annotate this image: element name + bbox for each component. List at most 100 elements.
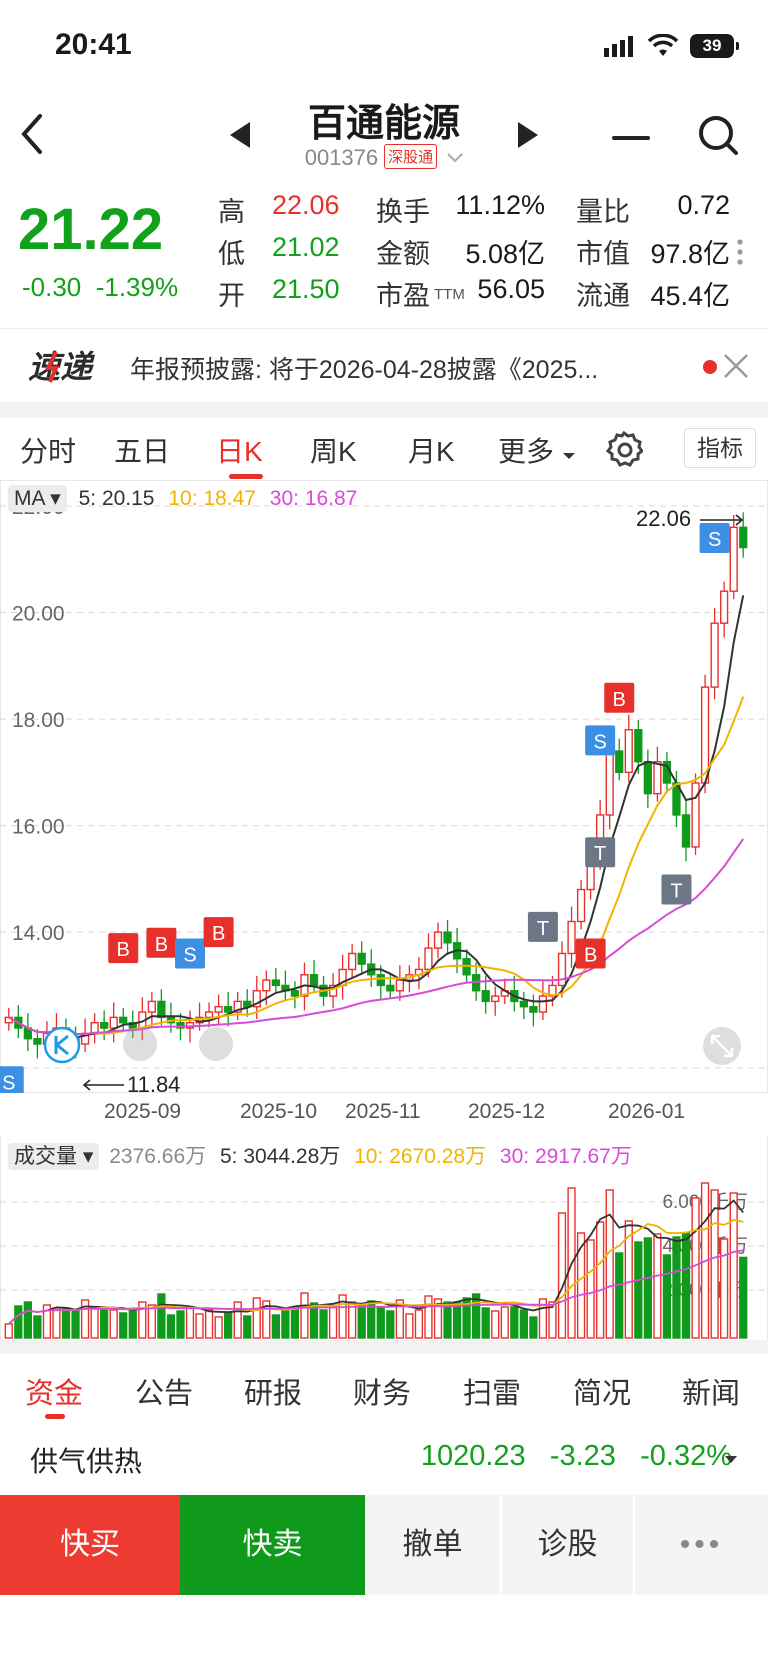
- tab-saolei[interactable]: 扫雷: [463, 1370, 521, 1412]
- volume-bar-down: [224, 1312, 233, 1339]
- min-price-label: 11.84: [127, 1072, 180, 1093]
- section-divider: [0, 402, 768, 418]
- candle-up: [729, 526, 738, 592]
- sector-change: -3.23: [549, 1440, 616, 1472]
- news-logo-text: 速递: [28, 349, 95, 385]
- volume-bar-down: [643, 1237, 652, 1339]
- tab-dayk[interactable]: 日K: [216, 430, 263, 470]
- tab-xinwen[interactable]: 新闻: [682, 1370, 740, 1412]
- candle-up: [204, 1011, 214, 1019]
- ma-selector-label: MA: [14, 487, 45, 510]
- candle-up: [576, 888, 586, 923]
- volume-bar-up: [653, 1233, 662, 1339]
- x-tick-2026-01: 2026-01: [608, 1100, 686, 1123]
- minimize-icon[interactable]: [612, 130, 652, 148]
- volume-bar-down: [634, 1241, 643, 1339]
- tab-caiwu[interactable]: 财务: [353, 1370, 411, 1412]
- candle-down: [681, 814, 691, 848]
- sector-caret-icon[interactable]: [724, 1452, 738, 1470]
- kline-chart[interactable]: 22.0020.0018.0016.0014.0022.0611.84SBBSB…: [0, 480, 768, 1093]
- signal-icon: [604, 36, 638, 63]
- candle-down: [615, 750, 624, 774]
- volume-bar-up: [328, 1305, 338, 1339]
- volume-bar-down: [176, 1310, 185, 1339]
- news-text[interactable]: 年报预披露: 将于2026-04-28披露《2025...: [130, 350, 670, 386]
- trade-marker-label: S: [2, 1072, 15, 1093]
- settings-icon[interactable]: [605, 430, 645, 473]
- diagnose-button[interactable]: 诊股: [502, 1495, 634, 1595]
- x-tick-2025-12: 2025-12: [468, 1100, 546, 1123]
- candle-up: [424, 947, 433, 971]
- battery-icon: 39: [690, 34, 739, 58]
- tab-weekk[interactable]: 周K: [310, 430, 357, 470]
- quick-buy-button[interactable]: 快买: [0, 1495, 180, 1595]
- candle-up: [567, 920, 576, 955]
- ma5-legend: 5: 20.15: [78, 487, 155, 510]
- tab-gonggao[interactable]: 公告: [135, 1370, 193, 1412]
- tab-wuri[interactable]: 五日: [114, 430, 170, 470]
- volume-bar-up: [252, 1297, 261, 1339]
- volume-chart[interactable]: 6.000千万4.000千万2.000千万: [0, 1170, 768, 1340]
- x-tick-2025-11: 2025-11: [345, 1100, 421, 1123]
- candle-up: [147, 1000, 156, 1013]
- y-tick-label: 18.00: [12, 709, 65, 732]
- trade-marker-label: T: [670, 881, 682, 903]
- tab-zijin[interactable]: 资金: [25, 1370, 83, 1412]
- candle-down: [100, 1022, 109, 1029]
- tab-more[interactable]: 更多: [498, 430, 576, 470]
- max-price-label: 22.06: [636, 506, 691, 531]
- volume-bar-down: [14, 1305, 23, 1339]
- candle-up: [605, 750, 614, 816]
- vol-ma30-value: 2917.67万: [534, 1145, 632, 1168]
- candle-up: [491, 995, 500, 1003]
- ma-selector[interactable]: MA ▾: [8, 485, 67, 512]
- sector-name: 供气供热: [30, 1446, 143, 1477]
- stock-code: 001376: [304, 145, 379, 170]
- candle-up: [395, 979, 404, 992]
- unread-dot: [703, 360, 717, 374]
- ma30-value: 16.87: [304, 487, 358, 510]
- chevron-down-icon[interactable]: [447, 143, 463, 169]
- volume-bar-down: [481, 1307, 490, 1339]
- more-vertical-icon[interactable]: [736, 238, 744, 271]
- vol-ma5-legend: 5: 3044.28万: [220, 1145, 341, 1168]
- active-bottom-tab-indicator: [45, 1414, 65, 1419]
- candle-up: [109, 1016, 118, 1029]
- candle-down: [443, 931, 452, 944]
- quote-value: 21.02: [272, 232, 340, 262]
- tab-jiankuang[interactable]: 简况: [573, 1370, 631, 1412]
- candle-up: [214, 1006, 223, 1013]
- change-value: -0.30: [22, 272, 82, 302]
- search-icon[interactable]: [696, 113, 740, 162]
- quote-value: 97.8亿: [650, 239, 730, 269]
- cancel-order-button[interactable]: 撤单: [365, 1495, 501, 1595]
- volume-bar-up: [557, 1212, 567, 1339]
- volume-selector[interactable]: 成交量 ▾: [8, 1143, 100, 1170]
- quote-label: 金额: [376, 239, 430, 269]
- close-icon[interactable]: [722, 352, 750, 385]
- candle-down: [739, 526, 748, 549]
- quick-sell-button[interactable]: 快卖: [180, 1495, 365, 1595]
- tab-yanbao[interactable]: 研报: [244, 1370, 302, 1412]
- volume-bar-up: [586, 1239, 595, 1339]
- candle-down: [119, 1016, 128, 1024]
- replay-icon: [123, 1027, 157, 1061]
- more-actions-button[interactable]: •••: [635, 1495, 768, 1595]
- volume-bar-down: [119, 1312, 128, 1339]
- volume-bar-down: [472, 1293, 481, 1339]
- tab-fenshi[interactable]: 分时: [20, 430, 76, 470]
- tab-monthk[interactable]: 月K: [408, 430, 455, 470]
- candle-up: [433, 931, 443, 949]
- indicator-button[interactable]: 指标: [684, 428, 756, 468]
- volume-bar-down: [319, 1309, 328, 1339]
- ma10-line: [8, 696, 745, 1035]
- candle-up: [262, 979, 271, 992]
- quote-value: 56.05: [477, 274, 545, 304]
- status-time: 20:41: [55, 28, 132, 61]
- candle-down: [224, 1006, 233, 1013]
- news-logo: 速递: [26, 346, 116, 391]
- volume-bar-up: [147, 1304, 156, 1339]
- volume-bar-down: [681, 1232, 691, 1339]
- next-stock-icon[interactable]: [516, 120, 540, 155]
- volume-bar-down: [271, 1314, 280, 1339]
